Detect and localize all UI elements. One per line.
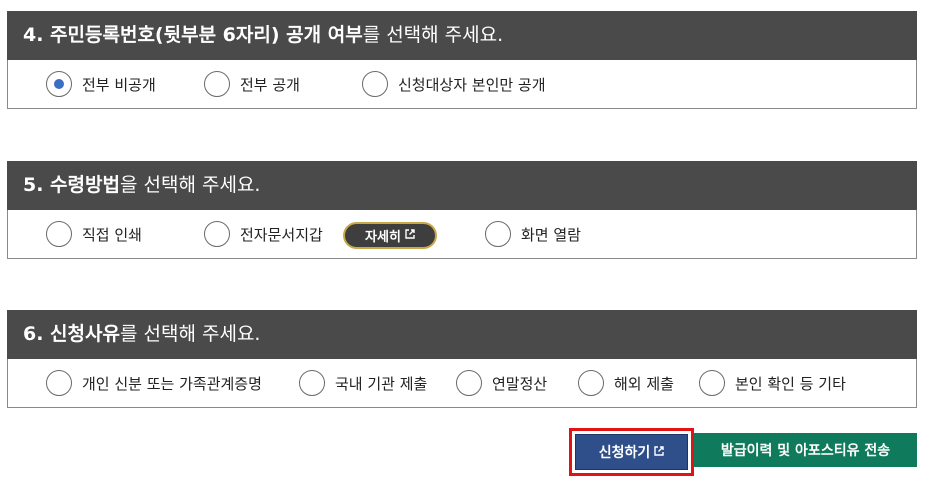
section-title-rest: 을 선택해 주세요. [119, 174, 261, 196]
radio-option-domestic-agency[interactable]: 국내 기관 제출 [299, 370, 427, 396]
section-request-reason: 6. 신청사유를 선택해 주세요. 개인 신분 또는 가족관계증명 국내 기관 … [7, 310, 917, 408]
radio-button[interactable] [456, 370, 482, 396]
section-title-bold: 5. 수령방법 [23, 174, 120, 196]
radio-label: 화면 열람 [521, 225, 581, 244]
external-link-icon [654, 444, 664, 460]
section-rrn-disclosure: 4. 주민등록번호(뒷부분 6자리) 공개 여부를 선택해 주세요. 전부 비공… [7, 11, 917, 109]
radio-button[interactable] [46, 370, 72, 396]
section-header: 6. 신청사유를 선택해 주세요. [7, 310, 917, 359]
radio-button[interactable] [362, 71, 388, 97]
radio-option-all-private[interactable]: 전부 비공개 [46, 71, 156, 97]
radio-option-e-wallet[interactable]: 전자문서지갑 [204, 221, 323, 247]
radio-label: 국내 기관 제출 [335, 374, 428, 393]
external-link-icon [405, 228, 415, 243]
radio-option-family-relation[interactable]: 개인 신분 또는 가족관계증명 [46, 370, 262, 396]
radio-label: 전부 공개 [240, 75, 300, 94]
section-title-bold: 4. 주민등록번호(뒷부분 6자리) 공개 여부 [23, 24, 363, 46]
radio-label: 본인 확인 등 기타 [735, 374, 846, 393]
radio-button[interactable] [485, 221, 511, 247]
radio-button[interactable] [578, 370, 604, 396]
section-header: 5. 수령방법을 선택해 주세요. [7, 161, 917, 210]
apply-button[interactable]: 신청하기 [575, 434, 688, 470]
section-receive-method: 5. 수령방법을 선택해 주세요. 직접 인쇄 전자문서지갑 자세히 화면 열람 [7, 161, 917, 259]
radio-label: 해외 제출 [614, 374, 674, 393]
send-apostille-button[interactable]: 발급이력 및 아포스티유 전송 [694, 433, 917, 467]
radio-label: 연말정산 [492, 374, 548, 393]
radio-label: 신청대상자 본인만 공개 [398, 75, 546, 94]
section-header: 4. 주민등록번호(뒷부분 6자리) 공개 여부를 선택해 주세요. [7, 11, 917, 60]
radio-label: 전부 비공개 [82, 75, 156, 94]
apply-button-highlight: 신청하기 [569, 428, 694, 476]
apply-label: 신청하기 [598, 445, 651, 461]
radio-option-year-end-tax[interactable]: 연말정산 [456, 370, 547, 396]
section-title-rest: 를 선택해 주세요. [362, 24, 504, 46]
send-label: 발급이력 및 아포스티유 전송 [720, 443, 891, 459]
detail-button[interactable]: 자세히 [343, 222, 437, 249]
radio-button[interactable] [699, 370, 725, 396]
radio-button[interactable] [46, 71, 72, 97]
section-options: 전부 비공개 전부 공개 신청대상자 본인만 공개 [7, 60, 917, 109]
radio-option-self-only[interactable]: 신청대상자 본인만 공개 [362, 71, 546, 97]
radio-option-screen-view[interactable]: 화면 열람 [485, 221, 581, 247]
detail-label: 자세히 [365, 230, 401, 245]
radio-button[interactable] [204, 221, 230, 247]
section-title-bold: 6. 신청사유 [23, 323, 120, 345]
section-options: 개인 신분 또는 가족관계증명 국내 기관 제출 연말정산 해외 제출 본인 확… [7, 359, 917, 408]
radio-label: 개인 신분 또는 가족관계증명 [82, 374, 262, 393]
radio-button[interactable] [299, 370, 325, 396]
radio-option-overseas[interactable]: 해외 제출 [578, 370, 674, 396]
radio-button[interactable] [46, 221, 72, 247]
radio-label: 직접 인쇄 [82, 225, 142, 244]
radio-button[interactable] [204, 71, 230, 97]
section-options: 직접 인쇄 전자문서지갑 자세히 화면 열람 [7, 210, 917, 259]
radio-option-other[interactable]: 본인 확인 등 기타 [699, 370, 846, 396]
radio-option-direct-print[interactable]: 직접 인쇄 [46, 221, 142, 247]
radio-label: 전자문서지갑 [240, 225, 323, 244]
radio-option-all-public[interactable]: 전부 공개 [204, 71, 300, 97]
section-title-rest: 를 선택해 주세요. [119, 323, 261, 345]
